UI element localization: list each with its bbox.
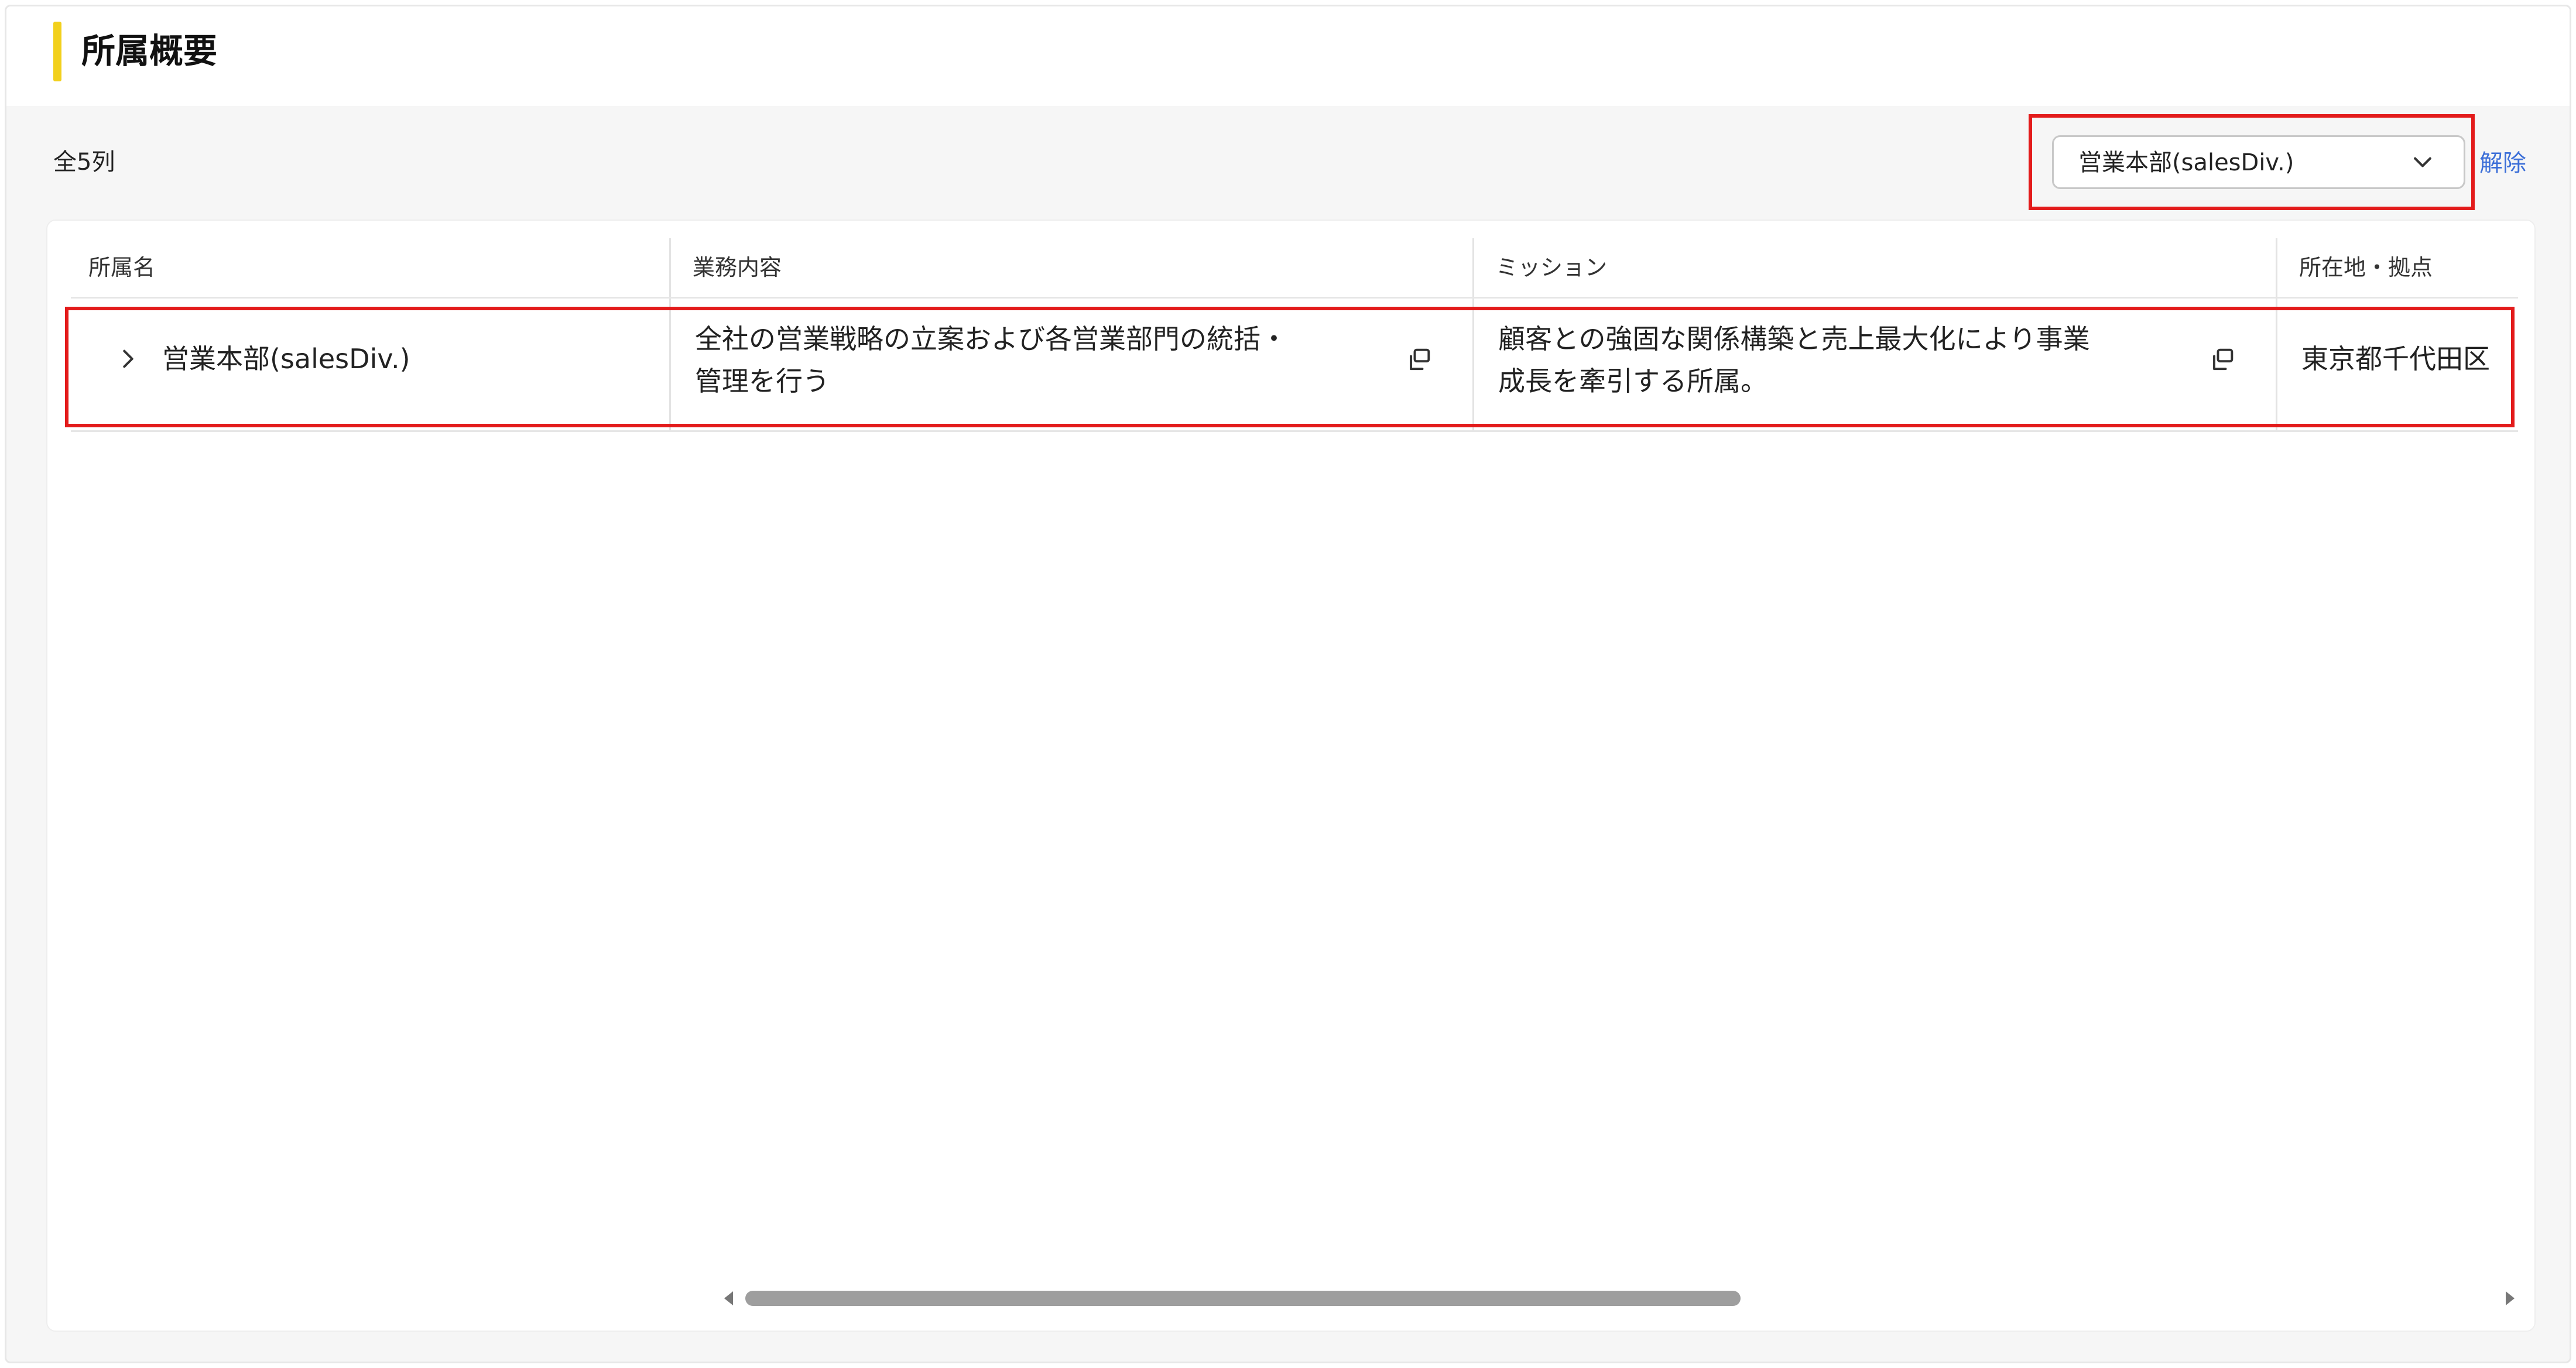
cell-business-line-2: 管理を行う: [695, 365, 830, 397]
cell-division-name: 営業本部(salesDiv.): [162, 343, 410, 375]
page-title: 所属概要: [81, 31, 218, 71]
column-divider: [1472, 238, 1474, 431]
chevron-right-icon[interactable]: [117, 347, 140, 371]
open-in-new-icon[interactable]: [1403, 345, 1434, 375]
column-header-name[interactable]: 所属名: [88, 238, 674, 297]
chevron-down-icon: [2414, 157, 2431, 167]
column-divider: [2276, 238, 2277, 431]
open-in-new-icon[interactable]: [2207, 345, 2237, 375]
cell-business-line-1: 全社の営業戦略の立案および各営業部門の統括・: [695, 323, 1287, 355]
clear-filter-link[interactable]: 解除: [2479, 147, 2526, 180]
section-header: 所属概要: [6, 6, 2570, 106]
scroll-right-arrow-icon[interactable]: [2500, 1290, 2518, 1307]
page-root: 所属概要 全5列 営業本部(salesDiv.) 解除 所属名 業務内容 ミッシ…: [5, 5, 2571, 1363]
row-divider: [71, 430, 2518, 432]
title-accent-bar: [53, 22, 61, 81]
cell-mission-line-1: 顧客との強固な関係構築と売上最大化により事業: [1498, 323, 2090, 355]
scroll-left-arrow-icon[interactable]: [721, 1290, 738, 1307]
data-table: 所属名 業務内容 ミッション 所在地・拠点 営業本部(salesDiv.) 全社…: [46, 220, 2536, 1332]
select-value: 営業本部(salesDiv.): [2078, 149, 2294, 176]
column-header-location[interactable]: 所在地・拠点: [2299, 238, 2533, 297]
cell-mission-line-2: 成長を牽引する所属。: [1498, 365, 1767, 397]
division-filter-select[interactable]: 営業本部(salesDiv.): [2052, 135, 2465, 189]
column-header-business[interactable]: 業務内容: [693, 238, 1477, 297]
cell-location: 東京都千代田区: [2301, 343, 2490, 375]
column-divider: [669, 238, 671, 431]
column-header-mission[interactable]: ミッション: [1496, 238, 2280, 297]
header-divider: [71, 297, 2518, 299]
column-count-label: 全5列: [53, 149, 115, 176]
horizontal-scrollbar[interactable]: [680, 1286, 2515, 1309]
scrollbar-thumb[interactable]: [745, 1291, 1741, 1306]
